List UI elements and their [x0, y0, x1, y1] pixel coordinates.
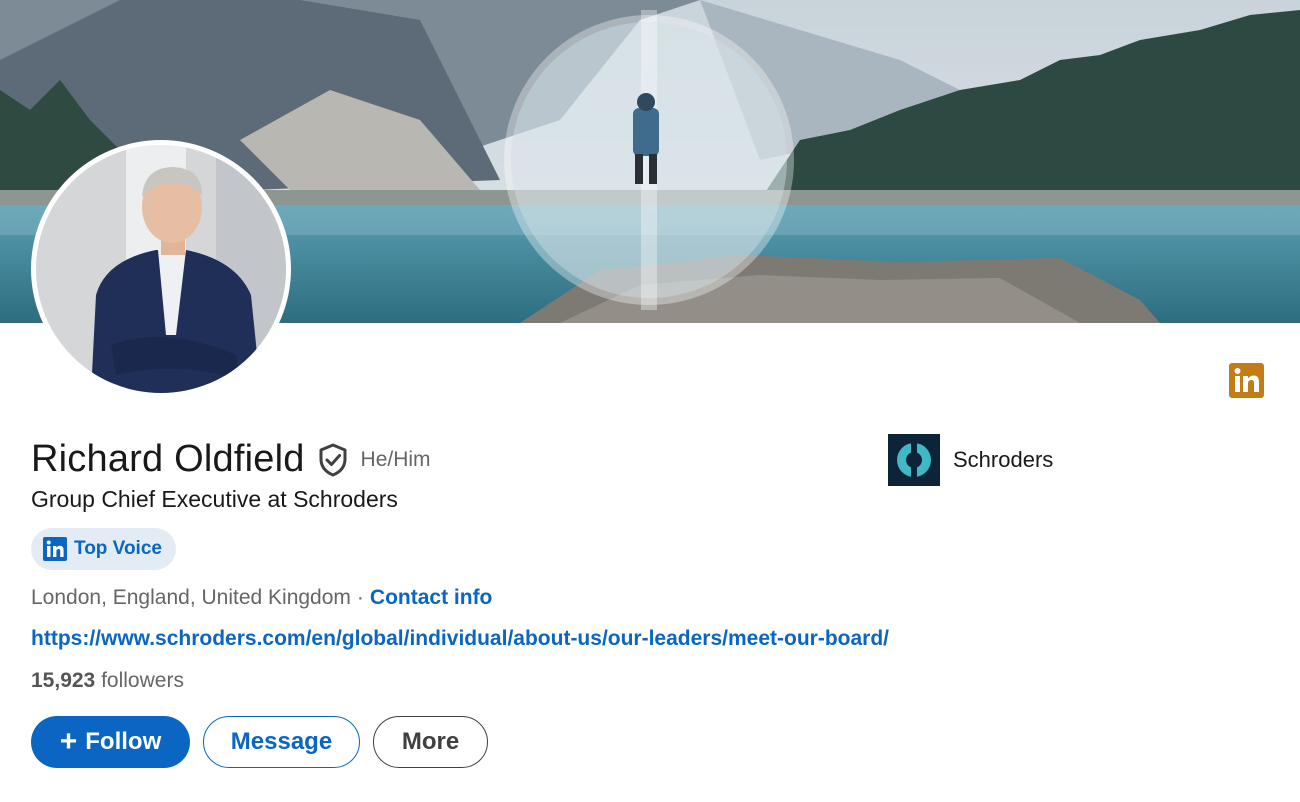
top-voice-label: Top Voice	[74, 538, 162, 559]
linkedin-icon	[43, 537, 67, 561]
followers-number: 15,923	[31, 669, 96, 692]
follow-button[interactable]: + Follow	[31, 716, 190, 768]
followers-label: followers	[101, 669, 184, 692]
company-logo	[888, 434, 940, 486]
company-name: Schroders	[953, 447, 1054, 472]
profile-name: Richard Oldfield	[31, 438, 305, 480]
follow-label: Follow	[85, 728, 162, 755]
profile-headline: Group Chief Executive at Schroders	[31, 486, 398, 512]
shield-check-icon[interactable]	[317, 443, 349, 477]
profile-avatar[interactable]	[31, 140, 291, 398]
plus-icon: +	[59, 725, 78, 758]
linkedin-icon[interactable]	[1229, 363, 1264, 398]
avatar-photo	[36, 145, 286, 393]
top-voice-badge[interactable]: Top Voice	[31, 528, 176, 570]
separator: ·	[356, 586, 364, 609]
website-link[interactable]: https://www.schroders.com/en/global/indi…	[31, 627, 889, 651]
message-button[interactable]: Message	[203, 716, 360, 768]
location-row: London, England, United Kingdom · Contac…	[31, 586, 492, 610]
profile-pronouns: He/Him	[360, 447, 431, 471]
profile-name-row: Richard Oldfield He/Him	[31, 438, 431, 481]
more-button[interactable]: More	[373, 716, 488, 768]
current-company[interactable]: Schroders	[888, 434, 1053, 486]
profile-location: London, England, United Kingdom	[31, 586, 351, 609]
followers-count: 15,923 followers	[31, 669, 184, 693]
contact-info-link[interactable]: Contact info	[370, 586, 492, 610]
